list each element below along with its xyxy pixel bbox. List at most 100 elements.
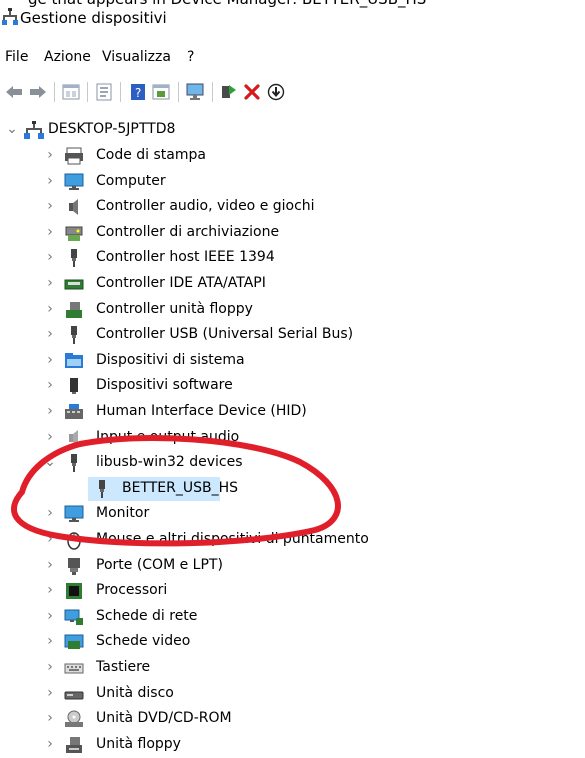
menu-help[interactable]: ? [187, 49, 194, 65]
expand-arrow-right-icon[interactable]: › [44, 633, 56, 649]
expand-arrow-right-icon[interactable]: › [44, 505, 56, 521]
disk-icon [64, 691, 84, 700]
usb-icon [71, 326, 77, 344]
expand-arrow-down-icon[interactable]: ⌄ [44, 454, 56, 470]
tree-item[interactable]: › Porte (COM e LPT) [0, 554, 585, 578]
properties-icon[interactable] [94, 82, 114, 102]
tree-item[interactable]: › Unità floppy [0, 733, 585, 757]
speaker-icon [69, 199, 78, 215]
expand-arrow-right-icon[interactable]: › [44, 557, 56, 573]
monitor-icon [64, 505, 84, 522]
window-title: Gestione dispositivi [20, 9, 167, 27]
console-tree-icon[interactable] [61, 82, 81, 102]
expand-arrow-right-icon[interactable]: › [44, 275, 56, 291]
tree-item[interactable]: › Code di stampa [0, 144, 585, 168]
tree-item-label: Computer [96, 173, 166, 189]
tree-item[interactable]: › Controller unità floppy [0, 298, 585, 322]
storage-icon [65, 226, 83, 241]
display-adapter-icon [64, 634, 84, 649]
hid-icon [65, 404, 83, 419]
menu-visualizza[interactable]: Visualizza [102, 49, 171, 65]
expand-arrow-right-icon[interactable]: › [44, 403, 56, 419]
tree-item[interactable]: › Controller di archiviazione [0, 221, 585, 245]
tree-item[interactable]: › Processori [0, 579, 585, 603]
expand-arrow-right-icon[interactable]: › [44, 531, 56, 547]
toolbar: ? [0, 80, 585, 104]
tree-item-label: Code di stampa [96, 147, 206, 163]
tree-item[interactable]: › Controller USB (Universal Serial Bus) [0, 323, 585, 347]
expand-arrow-right-icon[interactable]: › [44, 301, 56, 317]
uninstall-icon[interactable] [242, 82, 262, 102]
expand-arrow-right-icon[interactable]: › [44, 377, 56, 393]
keyboard-icon [64, 663, 84, 674]
tree-item[interactable]: BETTER_USB_HS [0, 477, 585, 501]
computer-tree-icon [24, 121, 44, 139]
tree-item-label: Porte (COM e LPT) [96, 557, 223, 573]
ide-icon [64, 279, 84, 290]
back-icon[interactable] [4, 82, 24, 102]
usb-plug-icon [71, 454, 77, 472]
top-cut-text: ge that appears in Device Manager: BETTE… [28, 0, 426, 8]
enable-device-icon[interactable] [218, 82, 238, 102]
expand-arrow-right-icon[interactable]: › [44, 147, 56, 163]
expand-arrow-right-icon[interactable]: › [44, 685, 56, 701]
menu-file[interactable]: File [5, 49, 28, 65]
expand-arrow-right-icon[interactable]: › [44, 249, 56, 265]
view-icon[interactable] [151, 82, 171, 102]
tree-item-label: Schede di rete [96, 608, 198, 624]
audio-io-icon [69, 430, 78, 446]
tree-item-label: Human Interface Device (HID) [96, 403, 307, 419]
tree-item[interactable]: › Tastiere [0, 656, 585, 680]
tree-item-label: Unità disco [96, 685, 174, 701]
title-bar: ge that appears in Device Manager: BETTE… [0, 0, 585, 36]
expand-arrow-right-icon[interactable]: › [44, 352, 56, 368]
port-icon [68, 558, 80, 575]
tree-item[interactable]: › Unità disco [0, 682, 585, 706]
expand-arrow-right-icon[interactable]: › [44, 198, 56, 214]
tree-item-label: Controller IDE ATA/ATAPI [96, 275, 266, 291]
expand-arrow-right-icon[interactable]: › [44, 224, 56, 240]
tree-item[interactable]: › Dispositivi di sistema [0, 349, 585, 373]
system-folder-icon [65, 353, 83, 368]
tree-item[interactable]: › Schede video [0, 630, 585, 654]
expand-arrow-right-icon[interactable]: › [44, 659, 56, 675]
update-driver-icon[interactable] [266, 82, 286, 102]
expand-arrow-right-icon[interactable]: › [44, 173, 56, 189]
tree-item[interactable]: ⌄ libusb-win32 devices [0, 451, 585, 475]
tree-item[interactable]: › Mouse e altri dispositivi di puntamento [0, 528, 585, 552]
network-icon [64, 609, 83, 625]
tree-item[interactable]: › Dispositivi software [0, 374, 585, 398]
tree-item[interactable]: › Computer [0, 170, 585, 194]
monitor-icon [64, 173, 84, 190]
tree-item-label: libusb-win32 devices [96, 454, 243, 470]
usb-plug-icon [99, 480, 105, 498]
tree-item[interactable]: › Monitor [0, 502, 585, 526]
tree-item-label: Mouse e altri dispositivi di puntamento [96, 531, 369, 547]
menu-azione[interactable]: Azione [44, 49, 91, 65]
expand-arrow-right-icon[interactable]: › [44, 429, 56, 445]
tree-item-label: Tastiere [96, 659, 151, 675]
floppy-icon [66, 737, 82, 753]
device-manager-icon [2, 8, 18, 25]
printer-icon [65, 147, 83, 165]
tree-item[interactable]: › Schede di rete [0, 605, 585, 629]
help-icon[interactable]: ? [128, 82, 148, 102]
tree-item[interactable]: › Controller audio, video e giochi [0, 195, 585, 219]
expand-arrow-right-icon[interactable]: › [44, 608, 56, 624]
expand-arrow-right-icon[interactable]: › [44, 326, 56, 342]
tree-item[interactable]: › Controller host IEEE 1394 [0, 246, 585, 270]
scan-hardware-icon[interactable] [185, 82, 205, 102]
tree-item[interactable]: › Human Interface Device (HID) [0, 400, 585, 424]
expand-arrow-right-icon[interactable]: › [44, 582, 56, 598]
forward-icon[interactable] [28, 82, 48, 102]
tree-item-label: Unità DVD/CD-ROM [96, 710, 232, 726]
tree-item[interactable]: › Input e output audio [0, 426, 585, 450]
expand-arrow-down-icon[interactable]: ⌄ [6, 121, 18, 137]
expand-arrow-right-icon[interactable]: › [44, 710, 56, 726]
tree-item[interactable]: › Controller IDE ATA/ATAPI [0, 272, 585, 296]
tree-item[interactable]: › Unità DVD/CD-ROM [0, 707, 585, 731]
expand-arrow-right-icon[interactable]: › [44, 736, 56, 752]
tree-item-label: Schede video [96, 633, 191, 649]
tree-item-label: Controller host IEEE 1394 [96, 249, 275, 265]
tree-root[interactable]: ⌄ DESKTOP-5JPTTD8 [0, 118, 585, 142]
